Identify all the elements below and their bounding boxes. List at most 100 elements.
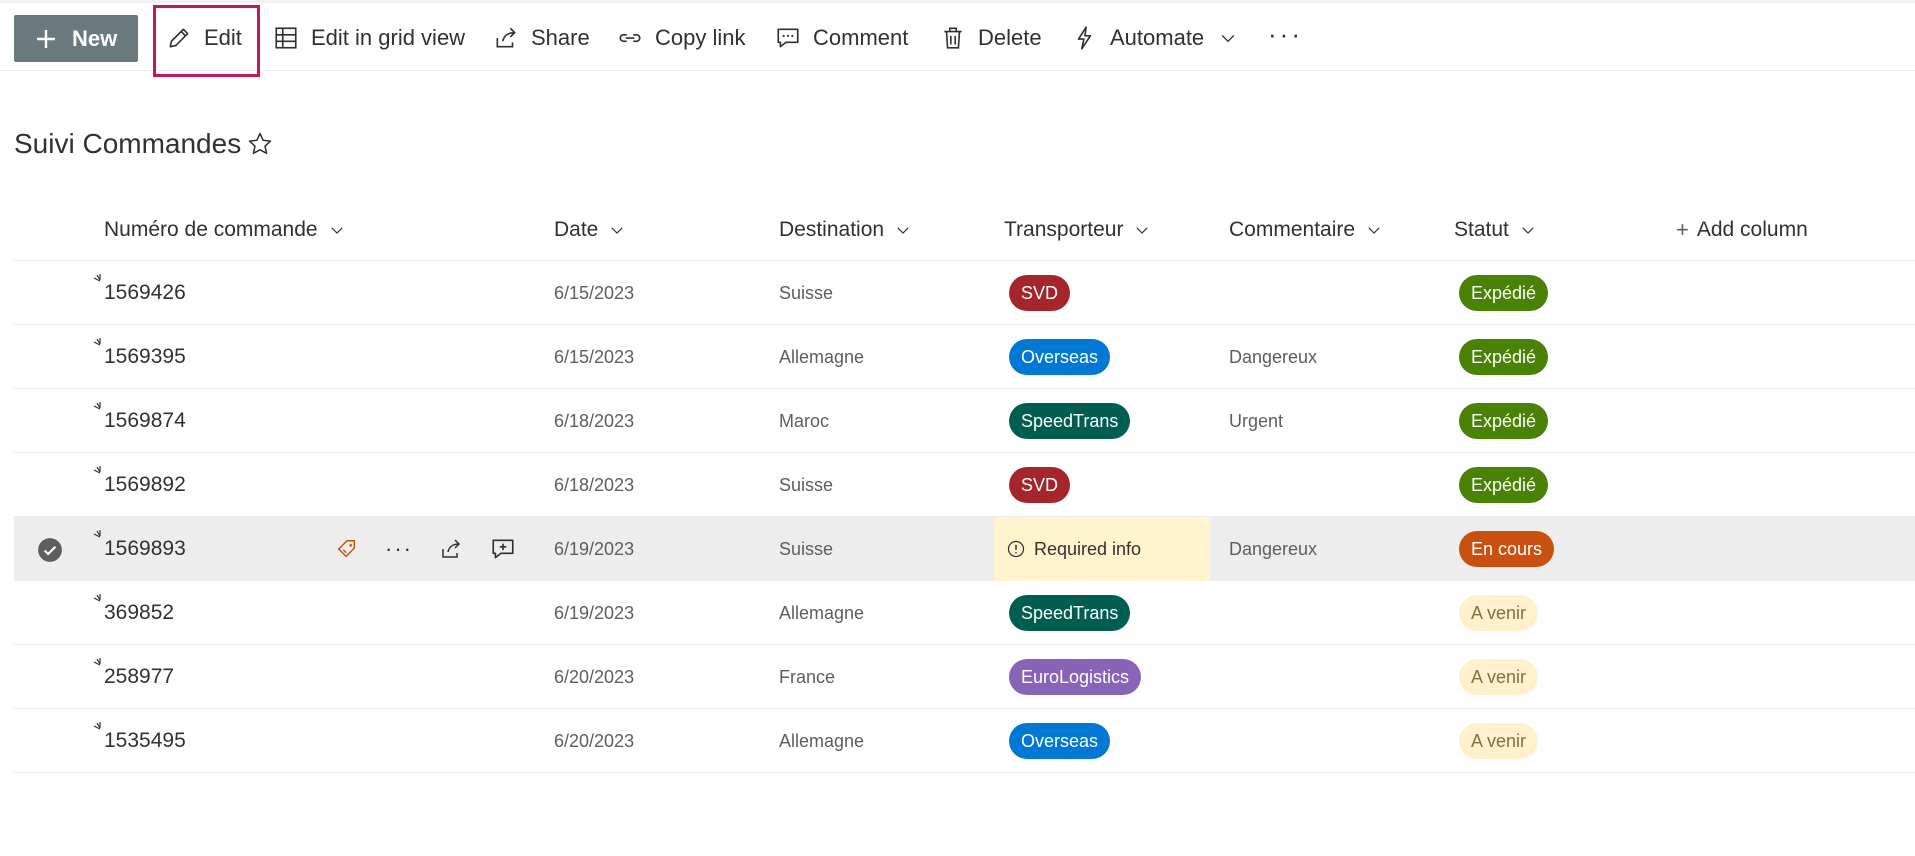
destination-cell: France (779, 666, 836, 687)
column-header-label: Destination (779, 218, 885, 241)
status-badge: A venir (1459, 659, 1539, 695)
date-cell: 6/18/2023 (554, 474, 635, 495)
status-badge: A venir (1459, 595, 1539, 631)
trash-icon (944, 27, 962, 49)
destination-cell: Suisse (779, 282, 834, 303)
command-bar: New Edit Edit in grid view Share Copy li… (0, 0, 1915, 77)
page-title: Suivi Commandes (14, 128, 242, 159)
chevron-down-icon (897, 227, 909, 234)
share-icon (496, 27, 516, 48)
order-number-cell[interactable]: 258977 (104, 645, 174, 709)
table-row[interactable]: 369852 6/19/2023 Allemagne SpeedTrans A veni… (14, 581, 1915, 645)
status-cell: A venir (1459, 709, 1539, 773)
carrier-cell: Overseas (1009, 325, 1111, 389)
required-info-cell[interactable]: Required info (994, 517, 1210, 581)
carrier-cell: SpeedTrans (1009, 389, 1131, 453)
destination-cell: Allemagne (779, 346, 865, 367)
comment-cell: Dangereux (1229, 346, 1318, 367)
carrier-badge: Overseas (1009, 723, 1111, 759)
order-number-cell[interactable]: 369852 (104, 581, 174, 645)
chevron-down-icon (1221, 35, 1235, 43)
order-number-cell[interactable]: 1569874 (104, 389, 186, 453)
more-options-button[interactable]: ··· (1268, 19, 1303, 50)
automate-button[interactable]: Automate (1072, 13, 1238, 63)
carrier-badge: EuroLogistics (1009, 659, 1142, 695)
tag-icon[interactable] (334, 536, 360, 562)
chevron-down-icon (611, 227, 624, 234)
comment-cell: Dangereux (1229, 538, 1318, 559)
checkmark-circle-icon[interactable] (37, 537, 63, 563)
chevron-down-icon (1136, 227, 1149, 234)
more-actions-icon[interactable]: ··· (385, 536, 412, 562)
column-header-destination[interactable]: Destination (779, 212, 912, 248)
status-cell: Expédié (1459, 325, 1549, 389)
column-header-statut[interactable]: Statut (1454, 212, 1537, 248)
table-row[interactable]: 1569395 6/15/2023 Allemagne Overseas Dangere… (14, 325, 1915, 389)
order-number-cell[interactable]: 1569426 (104, 261, 186, 325)
order-number-cell[interactable]: 1535495 (104, 709, 186, 773)
table-row[interactable]: 1569426 6/15/2023 Suisse SVD Expédié (14, 261, 1915, 325)
share-icon[interactable] (438, 536, 464, 562)
column-header-label: Date (554, 218, 599, 241)
link-icon (619, 33, 641, 43)
delete-button-label: Delete (978, 25, 1042, 50)
carrier-badge: SVD (1009, 275, 1071, 311)
grid-icon (275, 27, 297, 49)
status-cell: Expédié (1459, 389, 1549, 453)
delete-button[interactable]: Delete (940, 13, 1042, 63)
table-row[interactable]: 1569892 6/18/2023 Suisse SVD Expédié (14, 453, 1915, 517)
carrier-cell: SVD (1009, 261, 1071, 325)
edit-grid-view-label: Edit in grid view (311, 25, 466, 50)
row-actions: ··· (334, 517, 542, 581)
column-header-commentaire[interactable]: Commentaire (1229, 212, 1383, 248)
comment-button[interactable]: Comment (775, 13, 908, 63)
order-number-cell[interactable]: 1569892 (104, 453, 186, 517)
date-cell: 6/18/2023 (554, 410, 635, 431)
table-row[interactable]: 1569893 ··· 6/19/2023 Suisse Required info Da… (14, 517, 1915, 581)
column-header-date[interactable]: Date (554, 212, 626, 248)
status-cell: Expédié (1459, 261, 1549, 325)
date-cell: 6/20/2023 (554, 730, 635, 751)
plus-icon: + (1676, 217, 1689, 242)
destination-cell: Suisse (779, 474, 834, 495)
date-cell: 6/20/2023 (554, 666, 635, 687)
edit-button-label: Edit (204, 25, 242, 50)
add-column-button[interactable]: + Add column (1676, 212, 1808, 248)
chevron-down-icon (330, 227, 343, 234)
edit-button[interactable]: Edit (166, 13, 242, 63)
comment-button-label: Comment (813, 25, 909, 50)
edit-grid-view-button[interactable]: Edit in grid view (273, 13, 465, 63)
status-badge: Expédié (1459, 403, 1549, 439)
new-button[interactable]: New (14, 15, 138, 62)
column-header-label: Commentaire (1229, 218, 1356, 241)
column-header-numero[interactable]: Numéro de commande (104, 212, 346, 248)
required-info-label: Required info (1034, 538, 1142, 559)
table-row[interactable]: 258977 6/20/2023 France EuroLogistics A veni… (14, 645, 1915, 709)
share-button[interactable]: Share (493, 13, 590, 63)
new-button-label: New (72, 25, 118, 51)
carrier-cell: EuroLogistics (1009, 645, 1142, 709)
carrier-badge: Overseas (1009, 339, 1111, 375)
copy-link-button[interactable]: Copy link (617, 13, 745, 63)
date-cell: 6/15/2023 (554, 346, 635, 367)
copy-link-label: Copy link (655, 25, 746, 50)
table-row[interactable]: 1569874 6/18/2023 Maroc SpeedTrans Urgent Exp… (14, 389, 1915, 453)
star-icon[interactable] (246, 130, 274, 158)
add-column-label: Add column (1696, 218, 1808, 241)
destination-cell: Allemagne (779, 602, 865, 623)
status-badge: Expédié (1459, 467, 1549, 503)
column-header-transporteur[interactable]: Transporteur (1004, 212, 1151, 248)
plus-icon (37, 29, 55, 48)
table-row[interactable]: 1535495 6/20/2023 Allemagne Overseas A venir (14, 709, 1915, 773)
carrier-badge: SVD (1009, 467, 1071, 503)
chevron-down-icon (1522, 227, 1534, 234)
share-button-label: Share (531, 25, 590, 50)
add-comment-icon[interactable] (490, 536, 516, 562)
status-badge: Expédié (1459, 339, 1549, 375)
order-number-cell[interactable]: 1569893 (104, 517, 186, 581)
destination-cell: Maroc (779, 410, 830, 431)
order-number-cell[interactable]: 1569395 (104, 325, 186, 389)
date-cell: 6/15/2023 (554, 282, 635, 303)
date-cell: 6/19/2023 (554, 538, 635, 559)
automate-button-label: Automate (1110, 25, 1205, 50)
